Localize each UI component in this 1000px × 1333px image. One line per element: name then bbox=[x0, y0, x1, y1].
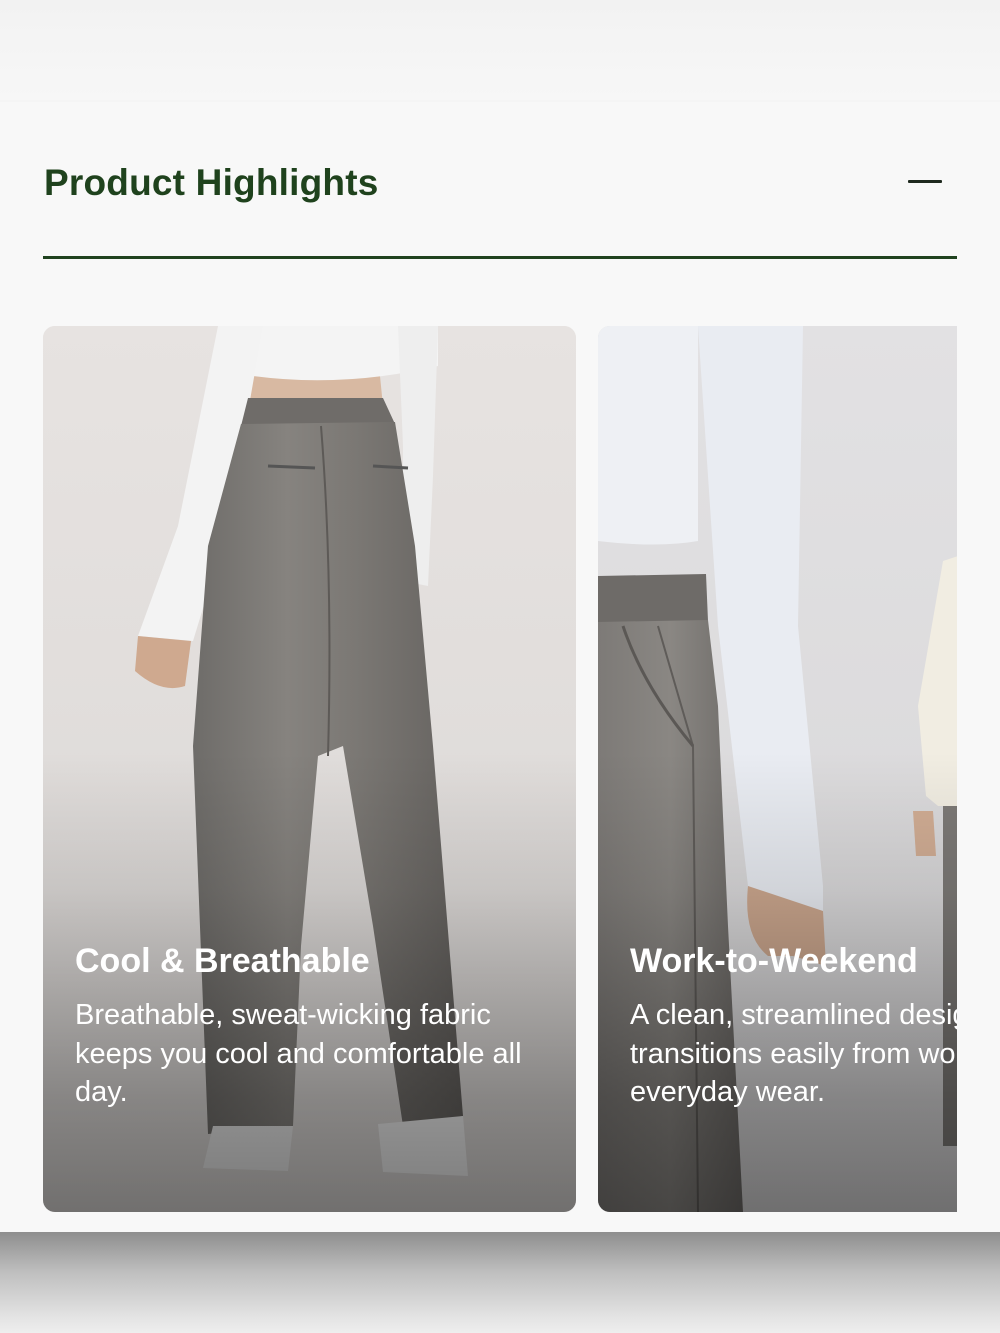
collapse-button[interactable] bbox=[905, 164, 945, 200]
highlight-title: Work-to-Weekend bbox=[630, 942, 918, 980]
text-scrim bbox=[43, 752, 576, 1212]
highlights-carousel[interactable]: Cool & Breathable Breathable, sweat-wick… bbox=[43, 326, 957, 1212]
highlight-description: A clean, streamlined design transitions … bbox=[630, 999, 957, 1108]
highlight-card[interactable]: Cool & Breathable Breathable, sweat-wick… bbox=[43, 326, 576, 1212]
section-title: Product Highlights bbox=[44, 162, 379, 203]
highlight-title: Cool & Breathable bbox=[75, 942, 370, 980]
highlight-card[interactable]: Work-to-Weekend A clean, streamlined des… bbox=[598, 326, 957, 1212]
product-highlights-panel: Product Highlights Cool & Breathable Bre… bbox=[0, 102, 1000, 1232]
minus-icon bbox=[908, 180, 942, 183]
highlight-description: Breathable, sweat-wicking fabric keeps y… bbox=[75, 999, 522, 1108]
bottom-backdrop bbox=[0, 1232, 1000, 1333]
top-backdrop bbox=[0, 0, 1000, 100]
text-scrim bbox=[598, 752, 957, 1212]
accordion-header[interactable]: Product Highlights bbox=[43, 102, 957, 259]
